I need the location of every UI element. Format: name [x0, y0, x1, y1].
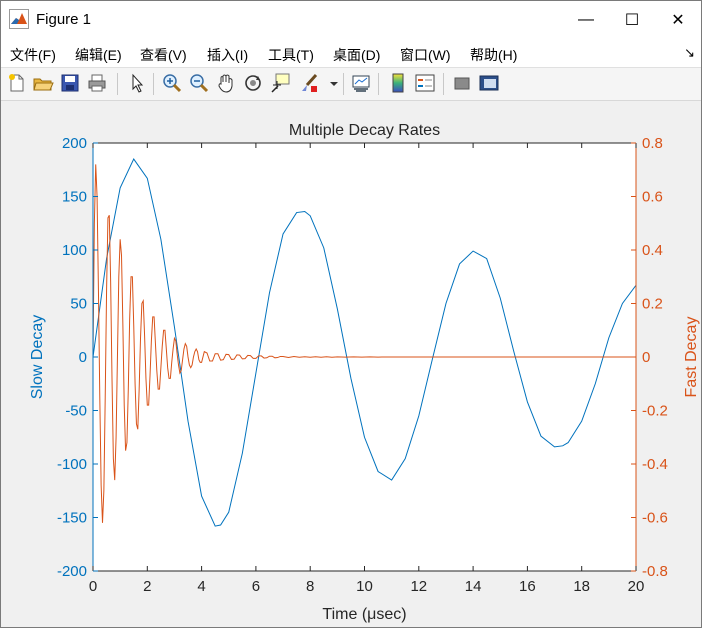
left-y-axis-label: Slow Decay: [29, 315, 46, 399]
save-icon[interactable]: [59, 72, 81, 94]
maximize-button[interactable]: ☐: [609, 1, 655, 39]
toolbar-separator: [117, 73, 118, 95]
right-y-tick-label: 0: [642, 349, 650, 366]
left-y-tick-label: 150: [62, 189, 87, 206]
colorbar-icon[interactable]: [387, 72, 409, 94]
toolbar-separator: [443, 73, 444, 95]
link-plot-icon[interactable]: [350, 72, 372, 94]
x-tick-label: 20: [628, 578, 645, 595]
right-y-tick-label: 0.4: [642, 242, 663, 259]
toolbar-separator: [378, 73, 379, 95]
x-axis-label: Time (μsec): [322, 606, 406, 623]
x-tick-label: 2: [143, 578, 151, 595]
hide-plot-tools-icon[interactable]: [451, 72, 473, 94]
close-button[interactable]: ✕: [655, 1, 701, 39]
show-plot-tools-icon[interactable]: [478, 72, 500, 94]
rotate-3d-icon[interactable]: [242, 72, 264, 94]
menu-help[interactable]: 帮助(H): [470, 45, 517, 65]
right-y-tick-label: 0.6: [642, 189, 663, 206]
menu-insert[interactable]: 插入(I): [207, 45, 248, 65]
x-tick-label: 18: [573, 578, 590, 595]
right-y-tick-label: -0.2: [642, 403, 668, 420]
x-tick-label: 6: [252, 578, 260, 595]
menu-edit[interactable]: 编辑(E): [75, 45, 122, 65]
new-figure-icon[interactable]: [6, 72, 28, 94]
window-title: Figure 1: [36, 11, 92, 28]
toolbar-separator: [343, 73, 344, 95]
left-y-tick-label: 0: [79, 349, 87, 366]
menu-bar: 文件(F) 编辑(E) 查看(V) 插入(I) 工具(T) 桌面(D) 窗口(W…: [1, 39, 701, 68]
figure-canvas: 0 2 4 6 8 10 12 14 16 18 20 -200 -150 -100 -50 0 50 100 15…: [1, 101, 701, 627]
minimize-button[interactable]: —: [563, 1, 609, 39]
zoom-out-icon[interactable]: [188, 72, 210, 94]
title-bar[interactable]: Figure 1 — ☐ ✕: [1, 1, 701, 39]
brush-icon[interactable]: [298, 72, 320, 94]
x-tick-label: 8: [306, 578, 314, 595]
x-tick-label: 14: [465, 578, 482, 595]
menu-view[interactable]: 查看(V): [140, 45, 187, 65]
figure-window: Figure 1 — ☐ ✕ 文件(F) 编辑(E) 查看(V) 插入(I) 工…: [0, 0, 702, 628]
left-y-tick-label: 50: [70, 296, 87, 313]
left-y-tick-label: -150: [57, 510, 87, 527]
menu-file[interactable]: 文件(F): [10, 45, 56, 65]
right-y-tick-label: 0.8: [642, 135, 663, 152]
figure-toolbar: [1, 68, 701, 101]
x-tick-label: 16: [519, 578, 536, 595]
maximize-icon: ☐: [624, 12, 640, 29]
menu-overflow-icon[interactable]: ↘: [684, 45, 695, 61]
print-icon[interactable]: [86, 72, 108, 94]
right-y-tick-label: -0.8: [642, 563, 668, 580]
x-tick-label: 10: [356, 578, 373, 595]
right-y-tick-label: 0.2: [642, 296, 663, 313]
close-icon: ✕: [671, 12, 685, 29]
left-y-tick-label: -200: [57, 563, 87, 580]
minimize-icon: —: [578, 11, 594, 28]
x-tick-label: 0: [89, 578, 97, 595]
chart-title: Multiple Decay Rates: [289, 122, 440, 139]
right-y-tick-label: -0.4: [642, 456, 668, 473]
plot-svg: 0 2 4 6 8 10 12 14 16 18 20 -200 -150 -100 -50 0 50 100 15…: [29, 122, 700, 623]
right-y-tick-label: -0.6: [642, 510, 668, 527]
menu-desktop[interactable]: 桌面(D): [333, 45, 380, 65]
zoom-in-icon[interactable]: [161, 72, 183, 94]
toolbar-separator: [153, 73, 154, 95]
x-tick-label: 4: [197, 578, 205, 595]
left-y-tick-label: -100: [57, 456, 87, 473]
data-cursor-icon[interactable]: [269, 72, 291, 94]
menu-tools[interactable]: 工具(T): [268, 45, 314, 65]
x-tick-label: 12: [410, 578, 427, 595]
left-y-tick-label: 200: [62, 135, 87, 152]
menu-window[interactable]: 窗口(W): [400, 45, 451, 65]
right-y-axis-label: Fast Decay: [683, 317, 700, 398]
left-y-tick-label: -50: [65, 403, 87, 420]
brush-dropdown-icon[interactable]: [323, 72, 338, 94]
open-file-icon[interactable]: [32, 72, 54, 94]
left-y-tick-label: 100: [62, 242, 87, 259]
pointer-icon[interactable]: [126, 72, 148, 94]
pan-hand-icon[interactable]: [215, 72, 237, 94]
legend-icon[interactable]: [414, 72, 436, 94]
matlab-logo-icon: [9, 9, 29, 29]
